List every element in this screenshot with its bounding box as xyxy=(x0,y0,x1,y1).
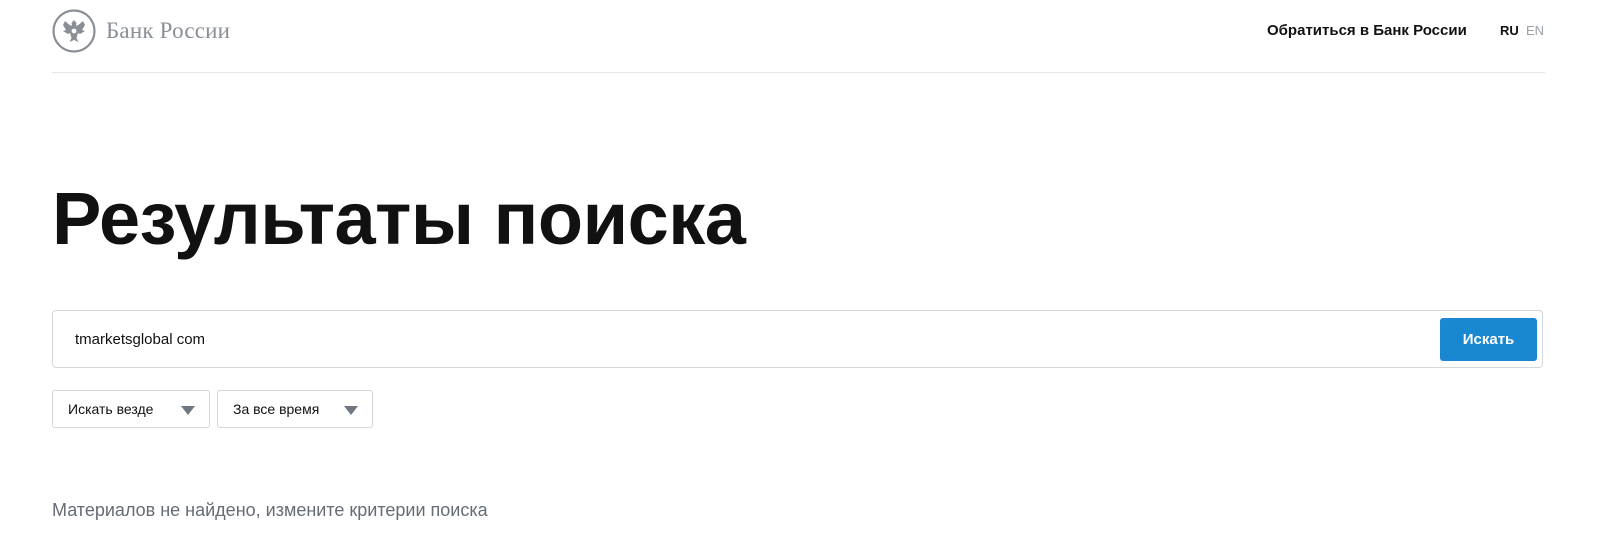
caret-down-icon xyxy=(344,406,358,415)
language-ru-link[interactable]: RU xyxy=(1500,23,1519,38)
site-header: Банк России Обратиться в Банк России RU … xyxy=(52,0,1545,73)
search-scope-value: Искать везде xyxy=(68,401,154,417)
page-title: Результаты поиска xyxy=(52,177,746,260)
language-en-link[interactable]: EN xyxy=(1526,23,1544,38)
search-input[interactable] xyxy=(75,311,1415,367)
caret-down-icon xyxy=(181,406,195,415)
no-results-message: Материалов не найдено, измените критерии… xyxy=(52,500,488,520)
bank-name: Банк России xyxy=(106,18,231,43)
bank-logo-link[interactable]: Банк России xyxy=(52,9,230,53)
search-bar: Искать xyxy=(52,310,1543,368)
time-period-dropdown[interactable]: За все время xyxy=(217,390,373,428)
contact-bank-link[interactable]: Обратиться в Банк России xyxy=(1267,22,1467,39)
search-scope-dropdown[interactable]: Искать везде xyxy=(52,390,210,428)
time-period-value: За все время xyxy=(233,401,320,417)
eagle-emblem-icon xyxy=(52,9,96,53)
search-button[interactable]: Искать xyxy=(1440,318,1537,361)
